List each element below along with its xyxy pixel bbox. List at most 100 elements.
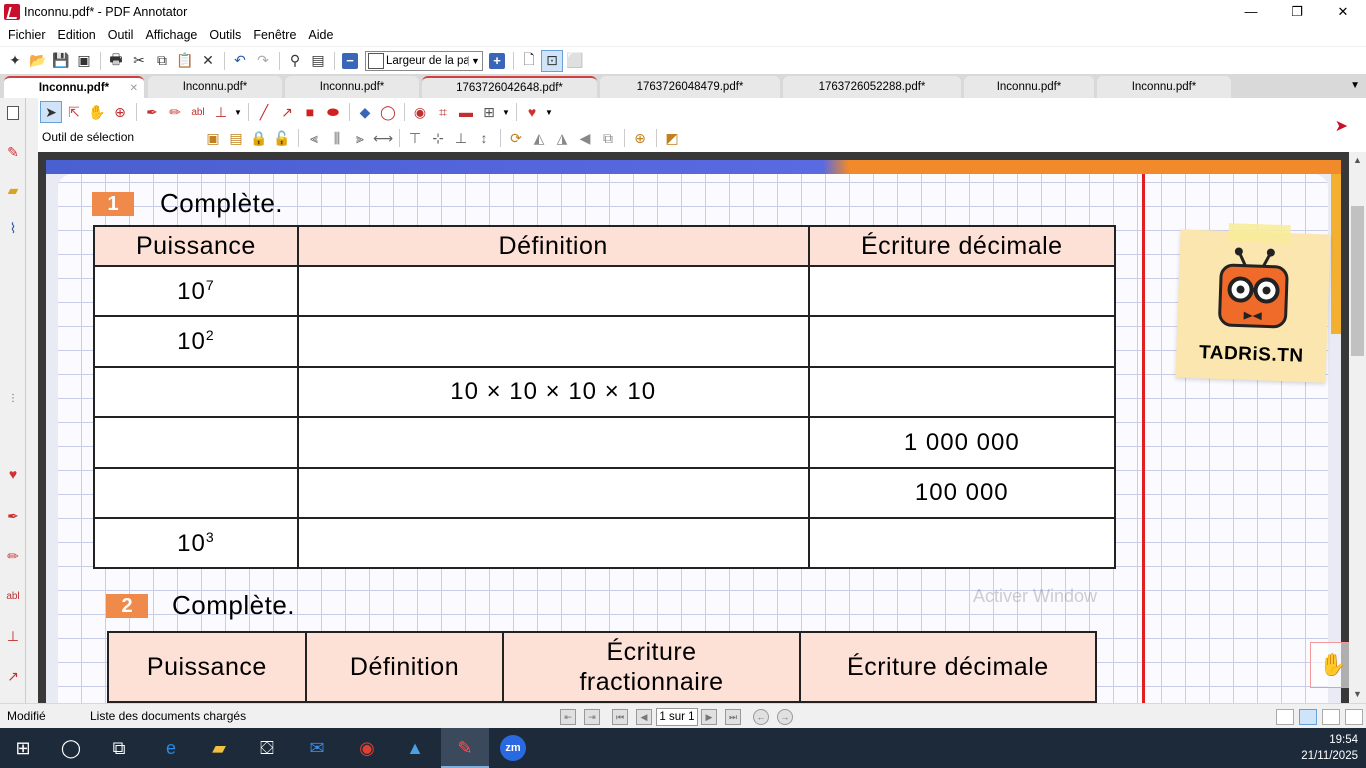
eraser-icon[interactable]: ◆ (354, 101, 376, 123)
same-width-icon[interactable]: ⟷ (372, 127, 394, 149)
stamp-tool-icon[interactable]: ⊥ (210, 101, 232, 123)
first-page-icon[interactable]: ⏮ (612, 709, 628, 725)
redo-icon[interactable]: ↷ (252, 50, 274, 72)
zoom-tool-icon[interactable]: ⊕ (109, 101, 131, 123)
print-icon[interactable]: 🖶 (105, 50, 127, 72)
tab-inconnu-3[interactable]: Inconnu.pdf* (285, 76, 419, 98)
align-bottom-icon[interactable]: ⊥ (450, 127, 472, 149)
flip-vertical-icon[interactable]: ◮ (551, 127, 573, 149)
crop-icon[interactable]: ⌗ (432, 101, 454, 123)
vertical-scrollbar[interactable]: ▲ ▼ (1349, 152, 1366, 703)
menu-affichage[interactable]: Affichage (139, 28, 203, 42)
stamp-icon[interactable]: ⊥ (5, 628, 21, 644)
document-options-icon[interactable]: ▤ (307, 50, 329, 72)
last-page-icon[interactable]: ⏭ (725, 709, 741, 725)
back-view-icon[interactable]: ← (753, 709, 769, 725)
close-button[interactable]: ✕ (1320, 0, 1366, 23)
unlock-icon[interactable]: 🔓 (271, 127, 293, 149)
insert-dropdown-chevron-icon[interactable]: ▼ (501, 101, 511, 123)
flip-horizontal-icon[interactable]: ◭ (528, 127, 550, 149)
line-icon[interactable]: ╱ (253, 101, 275, 123)
sidebar-resize-handle[interactable]: ⋮ (5, 390, 21, 406)
scrollbar-thumb[interactable] (1351, 206, 1364, 356)
ungroup-icon[interactable]: ▤ (225, 127, 247, 149)
menu-fichier[interactable]: Fichier (2, 28, 52, 42)
menu-edition[interactable]: Edition (52, 28, 102, 42)
chrome-icon[interactable]: ◉ (354, 735, 380, 761)
previous-document-icon[interactable]: ⇤ (560, 709, 576, 725)
menu-aide[interactable]: Aide (302, 28, 339, 42)
textbox-icon[interactable]: abl (187, 101, 209, 123)
windows-start-icon[interactable]: ⊞ (10, 735, 36, 761)
properties-icon[interactable]: ◩ (661, 127, 683, 149)
annotations-pen-icon[interactable]: ✎ (5, 144, 21, 160)
tab-inconnu-4[interactable]: Inconnu.pdf* (964, 76, 1094, 98)
favorites-heart-icon[interactable]: ♥ (5, 466, 21, 482)
paste-icon[interactable]: 📋 (174, 50, 196, 72)
maximize-button[interactable]: ❐ (1274, 0, 1320, 23)
menu-fenetre[interactable]: Fenêtre (247, 28, 302, 42)
favorites-dropdown-chevron-icon[interactable]: ▼ (544, 101, 554, 123)
tab-list-chevron-icon[interactable]: ▼ (1350, 80, 1360, 91)
page-thumbnail-icon[interactable] (7, 106, 19, 120)
zoom-app-icon[interactable]: zm (500, 735, 526, 761)
pdf-annotator-taskbar-icon[interactable]: ✎ (452, 735, 478, 761)
tab-close-icon[interactable]: ✕ (130, 83, 138, 94)
select-tool-icon[interactable]: ➤ (40, 101, 62, 123)
find-binoculars-icon[interactable]: ⚲ (284, 50, 306, 72)
scroll-up-arrow-icon[interactable]: ▲ (1349, 152, 1366, 169)
lock-icon[interactable]: 🔒 (248, 127, 270, 149)
scroll-down-arrow-icon[interactable]: ▼ (1349, 686, 1366, 703)
stamp-dropdown-chevron-icon[interactable]: ▼ (233, 101, 243, 123)
loaded-documents-link[interactable]: Liste des documents chargés (90, 709, 246, 723)
tab-1763726042648[interactable]: 1763726042648.pdf* (422, 76, 597, 98)
delete-icon[interactable]: ✕ (197, 50, 219, 72)
align-middle-icon[interactable]: ⊹ (427, 127, 449, 149)
highlighter-icon[interactable]: ✏ (5, 548, 21, 564)
favorites-heart-icon[interactable]: ♥ (521, 101, 543, 123)
save-all-icon[interactable]: ▣ (73, 50, 95, 72)
tab-1763726052288[interactable]: 1763726052288.pdf* (783, 76, 961, 98)
insert-image-icon[interactable]: ⊞ (478, 101, 500, 123)
same-height-icon[interactable]: ↕ (473, 127, 495, 149)
page-indicator[interactable]: 1 sur 1 (656, 708, 698, 726)
copy-icon[interactable]: ⧉ (151, 50, 173, 72)
minimize-button[interactable]: — (1228, 0, 1274, 23)
menu-outil[interactable]: Outil (102, 28, 140, 42)
tab-inconnu-1[interactable]: Inconnu.pdf* ✕ (4, 76, 144, 98)
next-document-icon[interactable]: ⇥ (584, 709, 600, 725)
store-bag-icon[interactable]: ⛋ (254, 735, 280, 761)
rectangle-icon[interactable]: ■ (299, 101, 321, 123)
align-left-icon[interactable]: ⫷ (303, 127, 325, 149)
menu-outils[interactable]: Outils (203, 28, 247, 42)
two-page-layout-icon[interactable] (1322, 709, 1340, 725)
fullscreen-icon[interactable]: ⬜ (564, 50, 586, 72)
system-clock[interactable]: 19:54 21/11/2025 (1301, 732, 1358, 764)
insert-space-icon[interactable]: ⊕ (629, 127, 651, 149)
align-center-icon[interactable]: ⫼ (326, 127, 348, 149)
previous-page-icon[interactable]: ◀ (636, 709, 652, 725)
mail-icon[interactable]: ✉ (304, 735, 330, 761)
marker-icon[interactable]: ✏ (164, 101, 186, 123)
tab-inconnu-2[interactable]: Inconnu.pdf* (148, 76, 282, 98)
next-page-icon[interactable]: ▶ (701, 709, 717, 725)
text-select-tool-icon[interactable]: ⇱ (63, 101, 85, 123)
search-circle-icon[interactable]: ◯ (58, 735, 84, 761)
forward-view-icon[interactable]: → (777, 709, 793, 725)
group-icon[interactable]: ▣ (202, 127, 224, 149)
bring-front-icon[interactable]: ◀ (574, 127, 596, 149)
grid-layout-icon[interactable] (1345, 709, 1363, 725)
text-box-icon[interactable]: abl (5, 588, 21, 604)
edge-browser-icon[interactable]: e (158, 735, 184, 761)
undo-icon[interactable]: ↶ (229, 50, 251, 72)
camera-icon[interactable]: ◉ (409, 101, 431, 123)
photos-icon[interactable]: ▲ (402, 735, 428, 761)
lasso-icon[interactable]: ◯ (377, 101, 399, 123)
pen-icon[interactable]: ✒ (141, 101, 163, 123)
document-viewport[interactable]: 1 Complète. Puissance Définition Écritur… (38, 152, 1349, 703)
single-page-layout-icon[interactable] (1276, 709, 1294, 725)
new-document-icon[interactable]: ✦ (4, 50, 26, 72)
hand-tool-icon[interactable]: ✋ (86, 101, 108, 123)
fit-width-view-icon[interactable]: ⊡ (541, 49, 563, 72)
zoom-out-button[interactable]: − (339, 50, 361, 72)
